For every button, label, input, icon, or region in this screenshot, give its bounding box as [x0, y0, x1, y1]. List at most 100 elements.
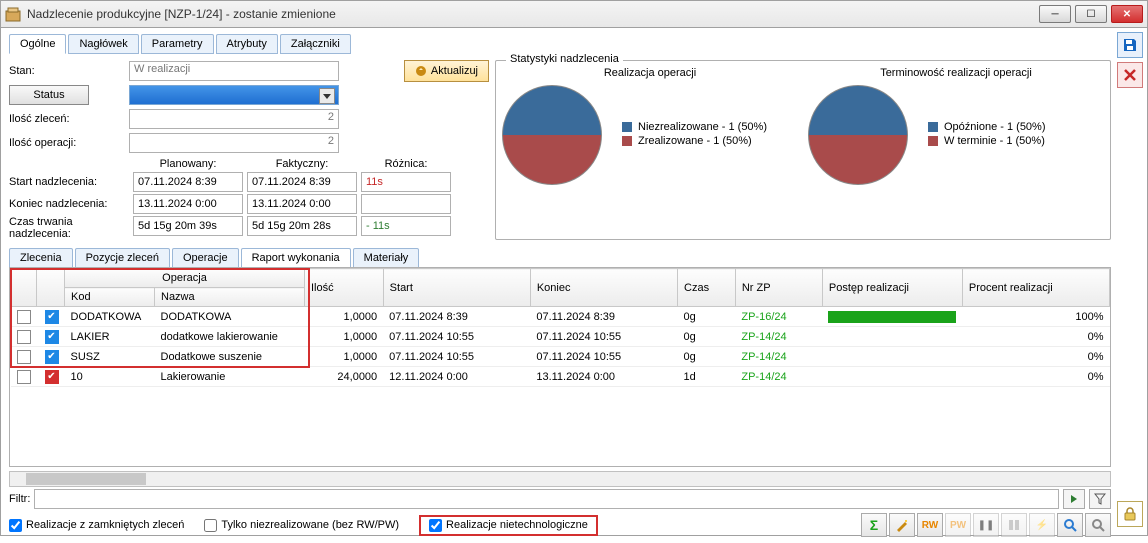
subtab-zlecenia[interactable]: Zlecenia — [9, 248, 73, 268]
stats-legend: Statystyki nadzlecenia — [506, 53, 623, 65]
stats-panel: Statystyki nadzlecenia Realizacja operac… — [495, 60, 1111, 240]
highlight-nontech: Realizacje nietechnologiczne — [419, 515, 598, 536]
cell-ilosc: 1,0000 — [305, 307, 384, 327]
filter-input[interactable] — [34, 489, 1059, 509]
tab-parametry[interactable]: Parametry — [141, 34, 214, 54]
stan-field: W realizacji — [129, 61, 339, 81]
czas-plan-field[interactable] — [133, 216, 243, 236]
cell-czas: 1d — [678, 367, 736, 387]
maximize-button[interactable]: ☐ — [1075, 5, 1107, 23]
cell-czas: 0g — [678, 307, 736, 327]
chart2-pie — [808, 85, 908, 185]
col-procent[interactable]: Procent realizacji — [962, 269, 1109, 307]
cell-nrzp[interactable]: ZP-14/24 — [735, 367, 822, 387]
col-ilosc[interactable]: Ilość — [305, 269, 384, 307]
col-kod[interactable]: Kod — [65, 288, 155, 307]
horizontal-scrollbar[interactable] — [9, 471, 1111, 487]
window-title: Nadzlecenie produkcyjne [NZP-1/24] - zos… — [27, 7, 1039, 21]
table-row[interactable]: ✔10Lakierowanie24,000012.11.2024 0:0013.… — [11, 367, 1110, 387]
cell-nrzp[interactable]: ZP-14/24 — [735, 347, 822, 367]
row-checkbox[interactable] — [17, 350, 31, 364]
aktualizuj-button[interactable]: Aktualizuj — [404, 60, 489, 82]
preview-button[interactable] — [1057, 513, 1083, 537]
lock-button[interactable] — [1117, 501, 1143, 527]
koniec-fakt-field[interactable] — [247, 194, 357, 214]
chart1-title: Realizacja operacji — [502, 67, 798, 79]
col-start[interactable]: Start — [383, 269, 530, 307]
subtab-raport[interactable]: Raport wykonania — [241, 248, 351, 268]
col-czas[interactable]: Czas — [678, 269, 736, 307]
filter-label: Filtr: — [9, 493, 30, 505]
chart2-legend-0: Opóźnione - 1 (50%) — [944, 121, 1046, 133]
table-row[interactable]: ✔LAKIERdodatkowe lakierowanie1,000007.11… — [11, 327, 1110, 347]
tab-naglowek[interactable]: Nagłówek — [68, 34, 138, 54]
legend-color-red — [928, 136, 938, 146]
chart2-title: Terminowość realizacji operacji — [808, 67, 1104, 79]
cell-koniec: 13.11.2024 0:00 — [530, 367, 677, 387]
close-button[interactable]: ✕ — [1111, 5, 1143, 23]
tab-zalaczniki[interactable]: Załączniki — [280, 34, 351, 54]
col-postep[interactable]: Postęp realizacji — [822, 269, 962, 307]
table-row[interactable]: ✔SUSZDodatkowe suszenie1,000007.11.2024 … — [11, 347, 1110, 367]
koniec-plan-field[interactable] — [133, 194, 243, 214]
pw-button: PW — [945, 513, 971, 537]
cell-koniec: 07.11.2024 8:39 — [530, 307, 677, 327]
ilosc-operacji-field: 2 — [129, 133, 339, 153]
window-titlebar: Nadzlecenie produkcyjne [NZP-1/24] - zos… — [0, 0, 1148, 28]
report-grid[interactable]: Operacja Ilość Start Koniec Czas Nr ZP P… — [9, 267, 1111, 467]
start-fakt-field[interactable] — [247, 172, 357, 192]
filter-builder-button[interactable] — [1089, 489, 1111, 509]
row-state-icon: ✔ — [45, 370, 59, 384]
col-nazwa[interactable]: Nazwa — [155, 288, 305, 307]
cell-start: 07.11.2024 10:55 — [383, 327, 530, 347]
cell-ilosc: 24,0000 — [305, 367, 384, 387]
wand-button[interactable] — [889, 513, 915, 537]
cell-nrzp[interactable]: ZP-14/24 — [735, 327, 822, 347]
opt-nontech[interactable]: Realizacje nietechnologiczne — [429, 519, 588, 532]
save-button[interactable] — [1117, 32, 1143, 58]
opt-unrealized[interactable]: Tylko niezrealizowane (bez RW/PW) — [204, 519, 399, 532]
col-group-operacja[interactable]: Operacja — [65, 269, 305, 288]
subtab-materialy[interactable]: Materiały — [353, 248, 420, 268]
pause-button: ❚❚ — [973, 513, 999, 537]
sum-button[interactable]: Σ — [861, 513, 887, 537]
subtab-operacje[interactable]: Operacje — [172, 248, 239, 268]
table-row[interactable]: ✔DODATKOWADODATKOWA1,000007.11.2024 8:39… — [11, 307, 1110, 327]
cell-start: 12.11.2024 0:00 — [383, 367, 530, 387]
cell-czas: 0g — [678, 327, 736, 347]
rw-button[interactable]: RW — [917, 513, 943, 537]
legend-color-red — [622, 136, 632, 146]
chart1-legend-0: Niezrealizowane - 1 (50%) — [638, 121, 767, 133]
status-combo[interactable] — [129, 85, 339, 105]
cell-ilosc: 1,0000 — [305, 327, 384, 347]
czas-label: Czas trwania nadzlecenia: — [9, 216, 129, 240]
start-plan-field[interactable] — [133, 172, 243, 192]
cancel-button[interactable] — [1117, 62, 1143, 88]
cell-nrzp[interactable]: ZP-16/24 — [735, 307, 822, 327]
status-button[interactable]: Status — [9, 85, 89, 105]
row-checkbox[interactable] — [17, 310, 31, 324]
columns-button — [1001, 513, 1027, 537]
row-checkbox[interactable] — [17, 370, 31, 384]
koniec-label: Koniec nadzlecenia: — [9, 194, 129, 214]
main-tabstrip: Ogólne Nagłówek Parametry Atrybuty Załąc… — [9, 34, 1111, 54]
row-checkbox[interactable] — [17, 330, 31, 344]
cell-nazwa: Dodatkowe suszenie — [155, 347, 305, 367]
cell-postep — [822, 367, 962, 387]
czas-fakt-field[interactable] — [247, 216, 357, 236]
opt-closed[interactable]: Realizacje z zamkniętych zleceń — [9, 519, 184, 532]
col-nrzp[interactable]: Nr ZP — [735, 269, 822, 307]
tab-atrybuty[interactable]: Atrybuty — [216, 34, 278, 54]
cell-nazwa: dodatkowe lakierowanie — [155, 327, 305, 347]
col-koniec[interactable]: Koniec — [530, 269, 677, 307]
sub-tabstrip: Zlecenia Pozycje zleceń Operacje Raport … — [9, 248, 1111, 268]
edit-button[interactable] — [1085, 513, 1111, 537]
cell-nazwa: Lakierowanie — [155, 367, 305, 387]
czas-diff-field — [361, 216, 451, 236]
minimize-button[interactable]: ─ — [1039, 5, 1071, 23]
row-state-icon: ✔ — [45, 350, 59, 364]
tab-ogolne[interactable]: Ogólne — [9, 34, 66, 54]
chart2-legend-1: W terminie - 1 (50%) — [944, 135, 1045, 147]
filter-run-button[interactable] — [1063, 489, 1085, 509]
subtab-pozycje[interactable]: Pozycje zleceń — [75, 248, 170, 268]
